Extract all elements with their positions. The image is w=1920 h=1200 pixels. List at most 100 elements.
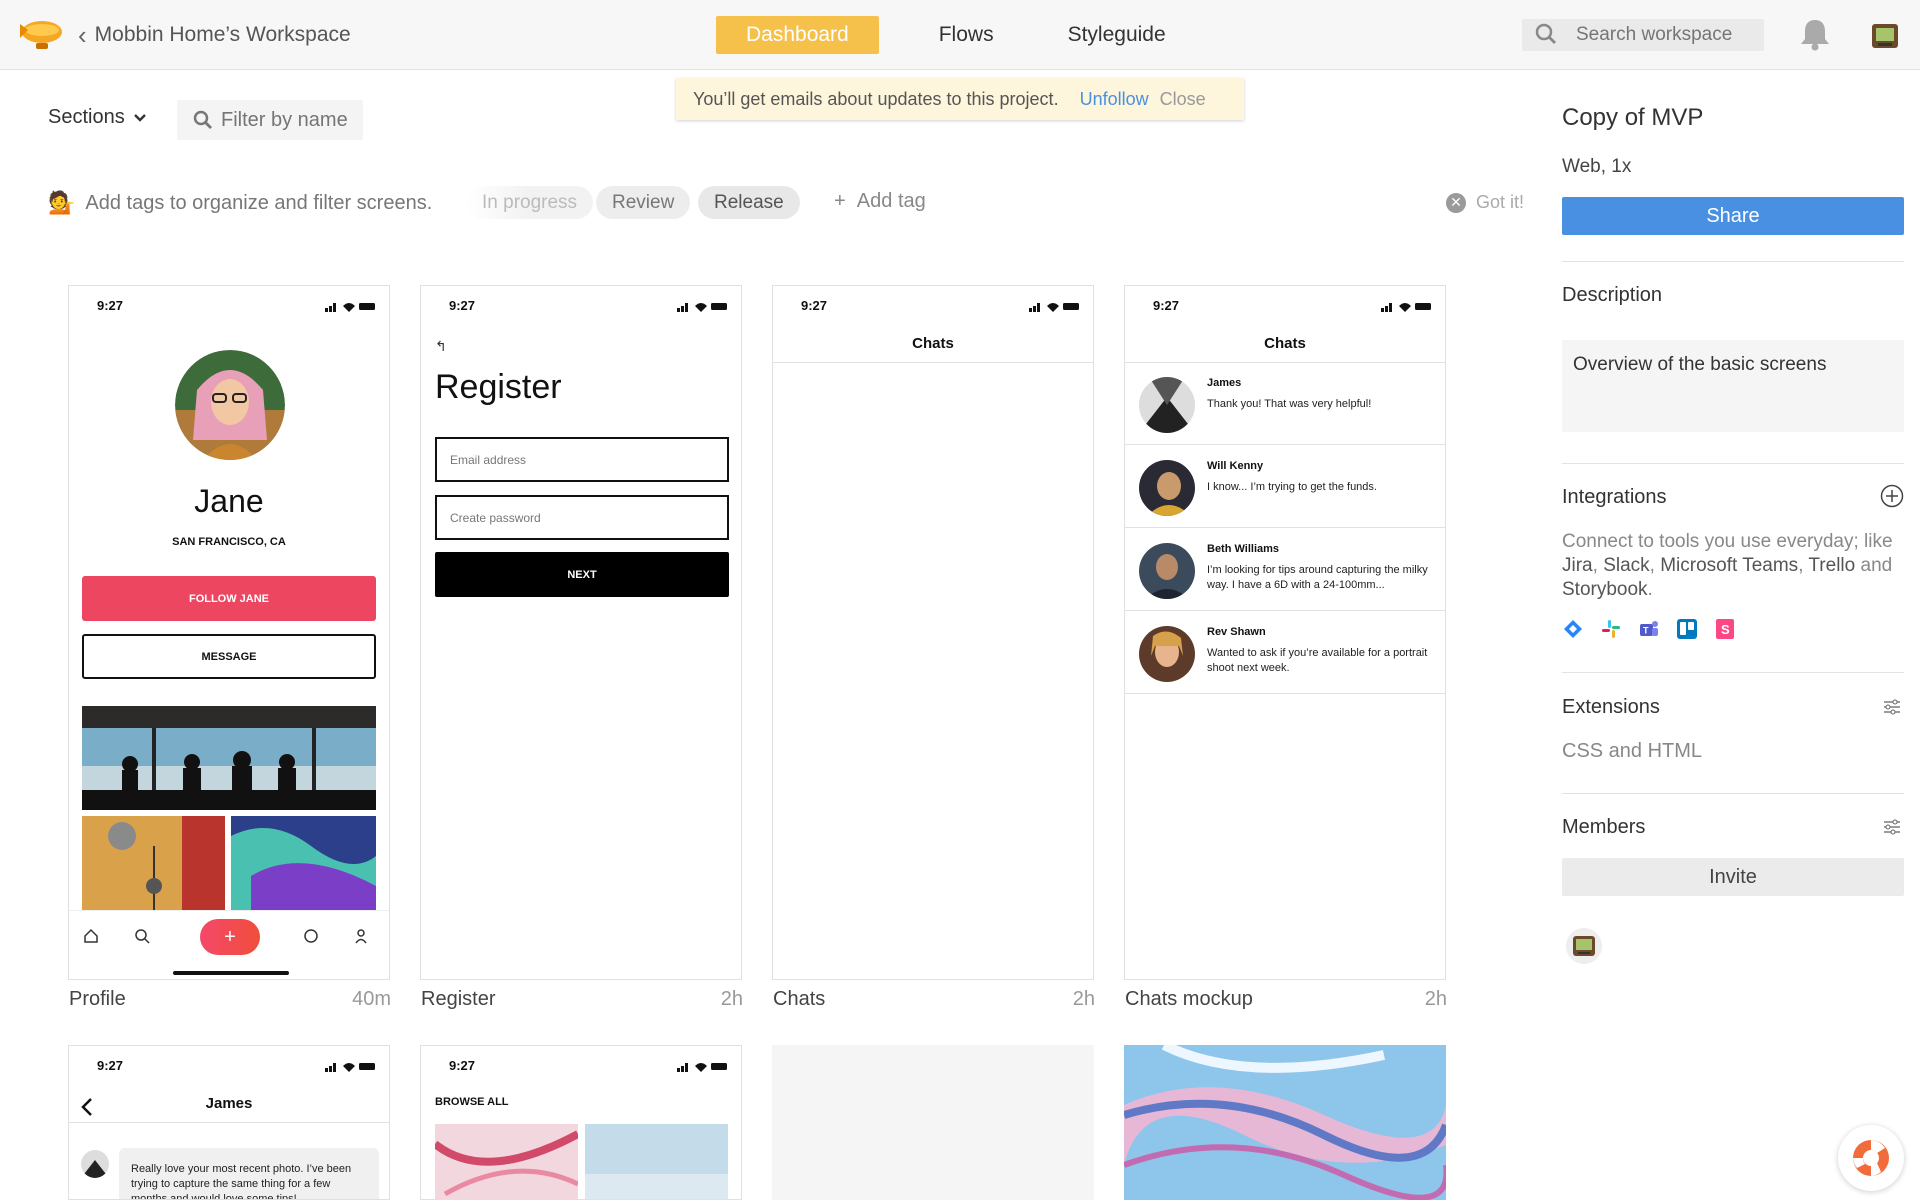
screen-card-chats-mockup[interactable]: 9:27 Chats James Thank you! That was ver… — [1124, 285, 1446, 980]
back-arrow-icon[interactable]: ↰ — [435, 338, 447, 355]
person-tipping-hand-icon: 💁 — [48, 190, 76, 215]
blimp-logo-icon[interactable] — [14, 12, 66, 56]
integration-slack[interactable]: Slack — [1603, 555, 1649, 576]
unfollow-link[interactable]: Unfollow — [1080, 89, 1149, 110]
browse-thumbnail[interactable] — [585, 1124, 728, 1200]
next-button[interactable]: NEXT — [435, 552, 729, 597]
screen-time: 2h — [1424, 988, 1447, 1010]
settings-sliders-icon[interactable] — [1882, 818, 1902, 836]
header-divider — [69, 1122, 389, 1123]
chats-header-title: Chats — [912, 335, 954, 352]
storybook-icon[interactable]: S — [1714, 618, 1736, 640]
screen-card-chats[interactable]: 9:27 Chats — [772, 285, 1094, 980]
invite-button[interactable]: Invite — [1562, 858, 1904, 896]
extensions-value[interactable]: CSS and HTML — [1562, 740, 1702, 763]
description-field[interactable]: Overview of the basic screens — [1562, 340, 1904, 432]
tab-flows[interactable]: Flows — [909, 16, 1024, 54]
home-icon[interactable] — [82, 927, 100, 945]
member-avatar[interactable] — [1566, 928, 1602, 964]
email-field[interactable]: Email address — [435, 437, 729, 482]
caption-chats: Chats 2h — [773, 988, 1095, 1011]
user-icon[interactable] — [352, 927, 370, 945]
trello-icon[interactable] — [1676, 618, 1698, 640]
add-integration-icon[interactable] — [1880, 484, 1904, 508]
search-icon[interactable] — [133, 927, 151, 945]
lifebuoy-icon — [1853, 1140, 1889, 1176]
header-divider — [773, 362, 1093, 363]
chat-name: James — [1207, 377, 1242, 389]
chat-row[interactable]: Beth Williams I’m looking for tips aroun… — [1125, 529, 1445, 611]
follow-button[interactable]: FOLLOW JANE — [82, 576, 376, 621]
screen-time: 2h — [720, 988, 743, 1010]
chat-header-title: James — [205, 1095, 253, 1112]
browse-title: BROWSE ALL — [435, 1096, 509, 1108]
notification-bell-icon[interactable] — [1798, 16, 1832, 52]
teams-icon[interactable]: T — [1638, 618, 1660, 640]
extensions-heading: Extensions — [1562, 696, 1660, 718]
browse-thumbnail[interactable] — [435, 1124, 578, 1200]
description-heading: Description — [1562, 284, 1663, 306]
integration-icons: T S — [1562, 618, 1736, 640]
close-toast-link[interactable]: Close — [1160, 89, 1206, 110]
screen-card-profile[interactable]: 9:27 Jane SAN FRANCISCO, CA FOLLOW JANE … — [68, 285, 390, 980]
status-time: 9:27 — [449, 1058, 476, 1073]
chat-row[interactable]: James Thank you! That was very helpful! — [1125, 363, 1445, 445]
home-indicator — [173, 971, 289, 975]
screen-title[interactable]: Profile — [69, 988, 126, 1011]
chat-row[interactable]: Will Kenny I know... I’m trying to get t… — [1125, 446, 1445, 528]
tab-dashboard[interactable]: Dashboard — [716, 16, 879, 54]
main-nav: Dashboard Flows Styleguide — [716, 16, 1196, 54]
filter-input[interactable] — [221, 108, 361, 132]
status-icons — [325, 1063, 375, 1072]
workspace-search[interactable] — [1522, 19, 1764, 51]
search-input[interactable] — [1576, 24, 1756, 46]
screen-card-register[interactable]: 9:27 ↰ Register Email address Create pas… — [420, 285, 742, 980]
search-icon — [1535, 23, 1556, 44]
status-time: 9:27 — [449, 298, 476, 313]
screen-card-marble[interactable] — [1124, 1045, 1446, 1200]
screen-title[interactable]: Register — [421, 988, 495, 1011]
chat-name: Will Kenny — [1207, 460, 1264, 472]
profile-photo — [175, 350, 285, 460]
help-lifebuoy-button[interactable] — [1838, 1125, 1904, 1191]
screen-time: 2h — [1072, 988, 1095, 1010]
profile-tab-bar: + — [69, 910, 389, 979]
screen-card-james-chat[interactable]: 9:27 James Really love your most recent … — [68, 1045, 390, 1200]
add-post-button[interactable]: + — [200, 919, 260, 955]
jira-icon[interactable] — [1562, 618, 1584, 640]
status-time: 9:27 — [1153, 298, 1180, 313]
integration-jira[interactable]: Jira — [1562, 555, 1593, 576]
filter-by-name[interactable] — [177, 100, 363, 140]
share-button[interactable]: Share — [1562, 197, 1904, 235]
tag-in-progress[interactable]: In progress — [466, 186, 594, 219]
screen-card-blank[interactable] — [772, 1045, 1094, 1200]
screen-title[interactable]: Chats — [773, 988, 825, 1011]
workspace-back-link[interactable]: ‹ Mobbin Home’s Workspace — [78, 22, 351, 48]
photo-colored-hair — [231, 816, 376, 910]
password-field[interactable]: Create password — [435, 495, 729, 540]
toast-message: You’ll get emails about updates to this … — [693, 88, 1059, 109]
dismiss-hint-button[interactable]: ✕ Got it! — [1446, 192, 1524, 213]
screen-time: 40m — [352, 988, 391, 1010]
slack-icon[interactable] — [1600, 618, 1622, 640]
screen-card-browse[interactable]: 9:27 BROWSE ALL — [420, 1045, 742, 1200]
settings-sliders-icon[interactable] — [1882, 698, 1902, 716]
integration-teams[interactable]: Microsoft Teams — [1660, 555, 1798, 576]
chats-header-title: Chats — [1264, 335, 1306, 352]
sections-dropdown[interactable]: Sections — [48, 106, 147, 129]
message-button[interactable]: MESSAGE — [82, 634, 376, 679]
plus-icon: + — [224, 925, 236, 948]
chat-row[interactable]: Rev Shawn Wanted to ask if you’re availa… — [1125, 612, 1445, 694]
tag-release[interactable]: Release — [698, 186, 800, 219]
integration-trello[interactable]: Trello — [1808, 555, 1855, 576]
tag-review[interactable]: Review — [596, 186, 691, 219]
screen-title[interactable]: Chats mockup — [1125, 988, 1253, 1011]
chat-name: Beth Williams — [1207, 543, 1280, 555]
user-avatar[interactable] — [1868, 18, 1902, 52]
add-tag-button[interactable]: + Add tag — [834, 190, 926, 213]
integration-storybook[interactable]: Storybook — [1562, 579, 1648, 600]
status-icons — [677, 303, 727, 312]
tab-styleguide[interactable]: Styleguide — [1038, 16, 1196, 54]
close-circle-icon: ✕ — [1446, 192, 1466, 213]
chat-bubble-icon[interactable] — [302, 927, 320, 945]
